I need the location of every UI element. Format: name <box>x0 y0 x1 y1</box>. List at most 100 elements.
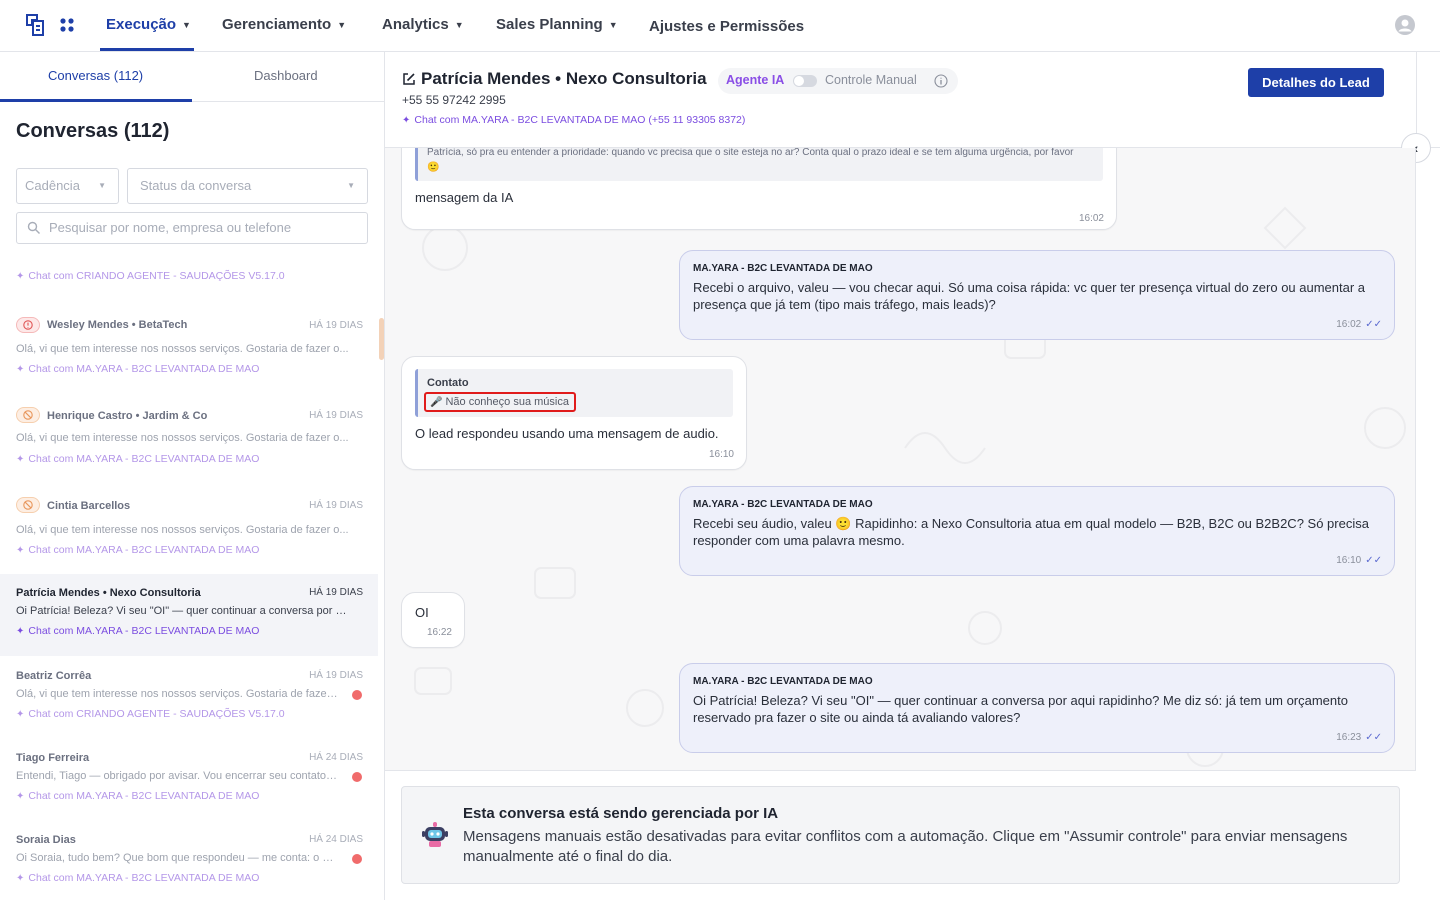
message-time: 16:23 ✓✓ <box>1336 732 1382 743</box>
list-item[interactable]: Beatriz Corrêa HÁ 19 DIAS Olá, vi que te… <box>0 666 378 742</box>
conversation-link[interactable]: ✦ Chat com MA.YARA - B2C LEVANTADA DE MA… <box>16 453 259 465</box>
message-time: 16:22 <box>427 627 452 638</box>
tab-dashboard[interactable]: Dashboard <box>254 68 318 83</box>
conversation-name: Henrique Castro • Jardim & Co <box>47 410 208 422</box>
nav-analytics[interactable]: Analytics ▼ <box>382 16 464 33</box>
conversation-name: Patrícia Mendes • Nexo Consultoria <box>16 587 201 599</box>
quoted-message-text: Patrícia, só pra eu entender a prioridad… <box>427 148 1074 173</box>
nav-gerenciamento[interactable]: Gerenciamento ▼ <box>222 16 346 33</box>
message-text: O lead respondeu usando uma mensagem de … <box>415 426 719 441</box>
conversation-link-label: Chat com MA.YARA - B2C LEVANTADA DE MAO <box>28 544 260 556</box>
sidebar-scrollbar[interactable] <box>379 318 384 360</box>
quoted-message-title: Contato <box>427 377 469 389</box>
message-bubble-incoming: OI 16:22 <box>401 592 465 648</box>
audio-quote-label: Não conheço sua música <box>445 396 569 408</box>
conversation-link[interactable]: ✦ Chat com CRIANDO AGENTE - SAUDAÇÕES V5… <box>16 708 285 720</box>
chat-header: Patrícia Mendes • Nexo Consultoria Agent… <box>385 52 1440 148</box>
chat-agent-link-label: Chat com MA.YARA - B2C LEVANTADA DE MAO … <box>414 114 746 126</box>
message-bubble-incoming: Patrícia, só pra eu entender a prioridad… <box>401 148 1117 230</box>
conversation-link[interactable]: ✦ Chat com MA.YARA - B2C LEVANTADA DE MA… <box>16 790 259 802</box>
chevron-down-icon: ▼ <box>347 181 355 190</box>
app-logo-icon[interactable] <box>26 14 44 36</box>
list-item[interactable]: Cintia Barcellos HÁ 19 DIAS Olá, vi que … <box>0 492 378 572</box>
chat-title: Patrícia Mendes • Nexo Consultoria <box>421 69 707 88</box>
conversation-link-label: Chat com MA.YARA - B2C LEVANTADA DE MAO <box>28 363 260 375</box>
list-item[interactable]: Tiago Ferreira HÁ 24 DIAS Entendi, Tiago… <box>0 748 378 824</box>
status-select-placeholder: Status da conversa <box>140 178 252 193</box>
conversation-link[interactable]: ✦ Chat com CRIANDO AGENTE - SAUDAÇÕES V5… <box>16 270 285 282</box>
conversation-link[interactable]: ✦ Chat com MA.YARA - B2C LEVANTADA DE MA… <box>16 872 259 884</box>
mode-toggle[interactable] <box>793 75 817 87</box>
tab-conversas[interactable]: Conversas (112) <box>48 68 143 83</box>
conversation-time: HÁ 19 DIAS <box>309 410 363 421</box>
user-avatar-icon[interactable] <box>1395 15 1415 35</box>
apps-grid-icon[interactable] <box>60 18 74 32</box>
message-time: 16:10 ✓✓ <box>1336 555 1382 566</box>
chat-messages-area[interactable]: Patrícia, só pra eu entender a prioridad… <box>385 148 1416 770</box>
lead-phone: +55 55 97242 2995 <box>402 93 506 107</box>
conversation-preview: Olá, vi que tem interesse nos nossos ser… <box>16 688 338 700</box>
audio-quote-highlight[interactable]: 🎤 Não conheço sua música <box>424 392 576 412</box>
blocked-badge-icon <box>16 497 40 513</box>
double-check-icon: ✓✓ <box>1365 555 1382 566</box>
chat-agent-link[interactable]: ✦ Chat com MA.YARA - B2C LEVANTADA DE MA… <box>402 114 745 126</box>
search-icon <box>27 221 40 234</box>
top-navigation: Execução ▼ Gerenciamento ▼ Analytics ▼ S… <box>0 0 1440 52</box>
status-select[interactable]: Status da conversa ▼ <box>127 168 368 204</box>
sparkle-icon: ✦ <box>16 363 25 375</box>
sparkle-icon: ✦ <box>16 544 25 556</box>
list-item[interactable]: Henrique Castro • Jardim & Co HÁ 19 DIAS… <box>0 402 378 480</box>
conversation-preview: Olá, vi que tem interesse nos nossos ser… <box>16 343 349 355</box>
search-placeholder: Pesquisar por nome, empresa ou telefone <box>49 220 292 235</box>
sparkle-icon: ✦ <box>16 872 25 884</box>
conversation-time: HÁ 19 DIAS <box>309 587 363 598</box>
message-time: 16:02 <box>1079 213 1104 224</box>
mode-switch[interactable]: Agente IA Controle Manual <box>718 68 958 94</box>
message-text: OI <box>415 605 429 620</box>
chevron-down-icon: ▼ <box>98 181 106 190</box>
quoted-message: Contato 🎤 Não conheço sua música <box>415 369 733 417</box>
nav-ajustes[interactable]: Ajustes e Permissões <box>649 18 804 35</box>
alert-badge-icon <box>16 317 40 333</box>
conversation-link[interactable]: ✦ Chat com MA.YARA - B2C LEVANTADA DE MA… <box>16 544 259 556</box>
mode-ai-label[interactable]: Agente IA <box>726 73 784 87</box>
list-item[interactable]: Wesley Mendes • BetaTech HÁ 19 DIAS Olá,… <box>0 310 378 388</box>
sparkle-icon: ✦ <box>16 270 25 282</box>
edit-icon[interactable] <box>402 72 416 86</box>
nav-gerenciamento-label: Gerenciamento <box>222 16 332 33</box>
info-icon[interactable] <box>934 74 948 88</box>
search-input[interactable]: Pesquisar por nome, empresa ou telefone <box>16 212 368 244</box>
conversation-preview: Olá, vi que tem interesse nos nossos ser… <box>16 524 349 536</box>
message-text: Oi Patrícia! Beleza? Vi seu "OI" — quer … <box>693 693 1348 725</box>
nav-sales-planning[interactable]: Sales Planning ▼ <box>496 16 618 33</box>
nav-execucao[interactable]: Execução ▼ <box>106 16 191 33</box>
conversation-preview: Olá, vi que tem interesse nos nossos ser… <box>16 432 349 444</box>
conversation-preview: Entendi, Tiago — obrigado por avisar. Vo… <box>16 770 338 782</box>
message-sender: MA.YARA - B2C LEVANTADA DE MAO <box>693 676 873 687</box>
sparkle-icon: ✦ <box>16 625 25 637</box>
sparkle-icon: ✦ <box>16 453 25 465</box>
mode-manual-label[interactable]: Controle Manual <box>825 73 917 87</box>
conversation-time: HÁ 19 DIAS <box>309 670 363 681</box>
message-time-label: 16:02 <box>1336 319 1362 330</box>
nav-sales-planning-label: Sales Planning <box>496 16 603 33</box>
sidebar-tabs: Conversas (112) Dashboard <box>0 52 384 102</box>
message-time-label: 16:10 <box>1336 555 1362 566</box>
chevron-down-icon: ▼ <box>454 19 464 30</box>
conversation-preview: Oi Patrícia! Beleza? Vi seu "OI" — quer … <box>16 605 352 617</box>
message-bubble-outgoing: MA.YARA - B2C LEVANTADA DE MAO Recebi se… <box>679 486 1395 576</box>
list-item-selected[interactable]: Patrícia Mendes • Nexo Consultoria HÁ 19… <box>0 574 378 656</box>
sparkle-icon: ✦ <box>402 114 411 126</box>
list-item[interactable]: Soraia Dias HÁ 24 DIAS Oi Soraia, tudo b… <box>0 830 378 900</box>
conversation-link[interactable]: ✦ Chat com MA.YARA - B2C LEVANTADA DE MA… <box>16 625 259 637</box>
message-time-label: 16:02 <box>1078 213 1104 224</box>
ai-managed-notice: Esta conversa está sendo gerenciada por … <box>401 786 1400 884</box>
cadence-select[interactable]: Cadência ▼ <box>16 168 119 204</box>
conversation-link[interactable]: ✦ Chat com MA.YARA - B2C LEVANTADA DE MA… <box>16 363 259 375</box>
conversations-sidebar: Conversas (112) Dashboard Conversas (112… <box>0 52 385 900</box>
lead-details-button[interactable]: Detalhes do Lead <box>1248 68 1384 97</box>
double-check-icon: ✓✓ <box>1365 732 1382 743</box>
chevron-down-icon: ▼ <box>608 19 618 30</box>
message-sender: MA.YARA - B2C LEVANTADA DE MAO <box>693 263 873 274</box>
message-text: Recebi seu áudio, valeu 🙂 Rapidinho: a N… <box>693 516 1369 548</box>
